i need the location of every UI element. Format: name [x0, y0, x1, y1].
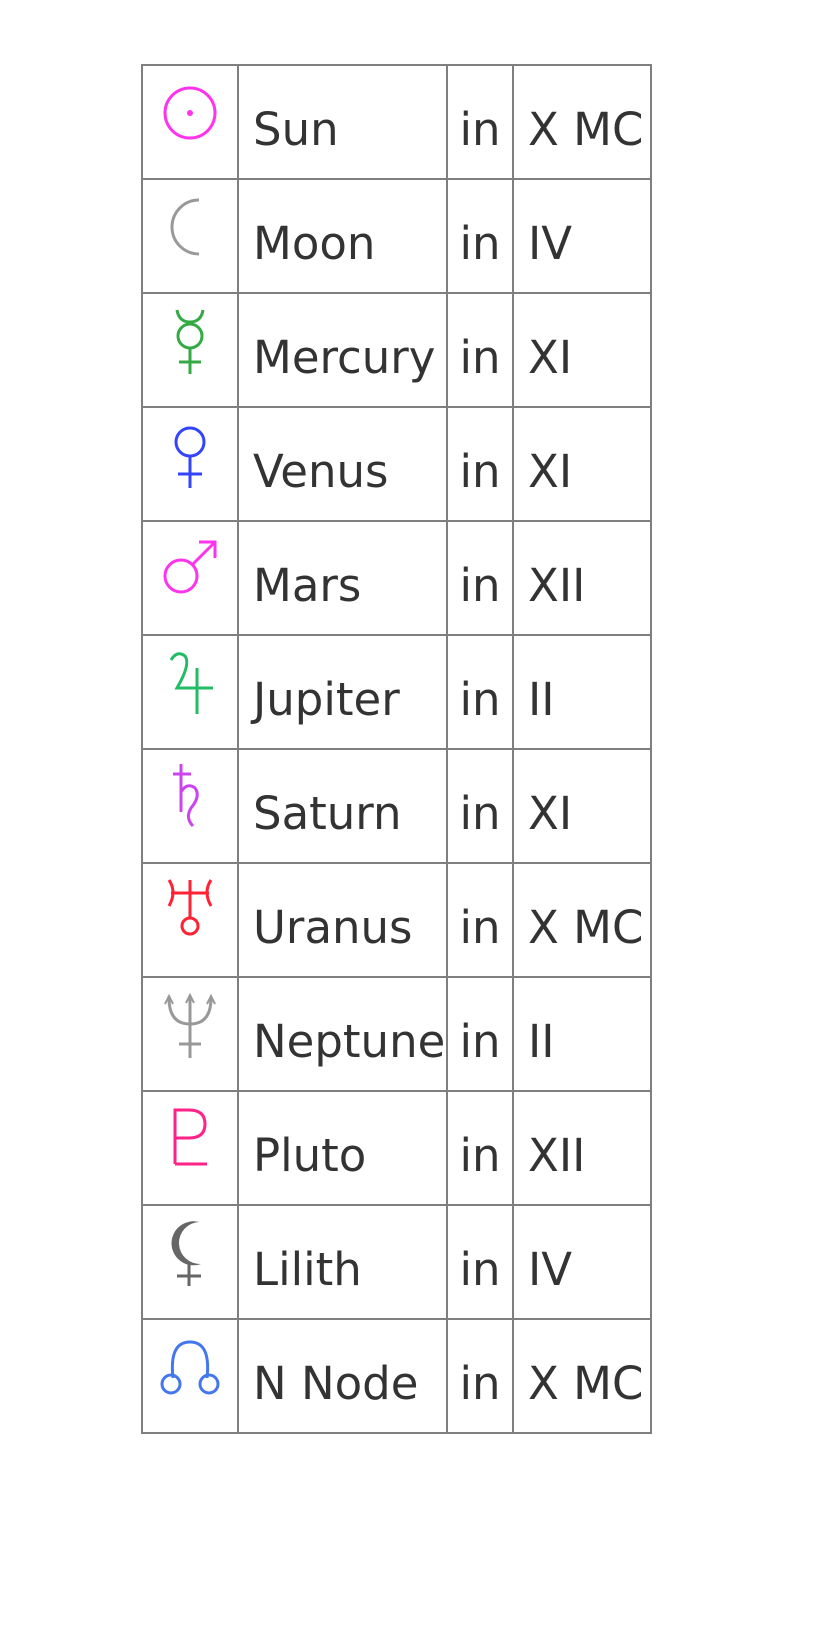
house-value: IV: [512, 178, 652, 294]
preposition: in: [446, 1204, 514, 1320]
planet-name: Moon: [237, 178, 448, 294]
preposition: in: [446, 748, 514, 864]
house-value: XII: [512, 1090, 652, 1206]
planet-name: Mercury: [237, 292, 448, 408]
house-value: XII: [512, 520, 652, 636]
venus-icon: [141, 406, 239, 522]
preposition: in: [446, 1318, 514, 1434]
mercury-icon: [141, 292, 239, 408]
table-row: Venus in XI: [141, 406, 652, 522]
table-row: Lilith in IV: [141, 1204, 652, 1320]
planet-name: Saturn: [237, 748, 448, 864]
table-row: Mercury in XI: [141, 292, 652, 408]
table-row: N Node in X MC: [141, 1318, 652, 1434]
planet-name: Sun: [237, 64, 448, 180]
table-row: Saturn in XI: [141, 748, 652, 864]
house-value: X MC: [512, 862, 652, 978]
preposition: in: [446, 1090, 514, 1206]
preposition: in: [446, 862, 514, 978]
preposition: in: [446, 520, 514, 636]
table-row: Moon in IV: [141, 178, 652, 294]
house-value: II: [512, 976, 652, 1092]
house-value: II: [512, 634, 652, 750]
jupiter-icon: [141, 634, 239, 750]
table-row: Jupiter in II: [141, 634, 652, 750]
table-row: Pluto in XII: [141, 1090, 652, 1206]
sun-icon: [141, 64, 239, 180]
mars-icon: [141, 520, 239, 636]
planet-name: Neptune: [237, 976, 448, 1092]
planet-name: Uranus: [237, 862, 448, 978]
house-value: X MC: [512, 64, 652, 180]
planet-name: N Node: [237, 1318, 448, 1434]
preposition: in: [446, 64, 514, 180]
preposition: in: [446, 406, 514, 522]
preposition: in: [446, 634, 514, 750]
table-row: Uranus in X MC: [141, 862, 652, 978]
uranus-icon: [141, 862, 239, 978]
pluto-icon: [141, 1090, 239, 1206]
planet-name: Jupiter: [237, 634, 448, 750]
moon-icon: [141, 178, 239, 294]
planet-name: Lilith: [237, 1204, 448, 1320]
table-row: Neptune in II: [141, 976, 652, 1092]
table-row: Mars in XII: [141, 520, 652, 636]
house-value: X MC: [512, 1318, 652, 1434]
lilith-icon: [141, 1204, 239, 1320]
house-value: XI: [512, 748, 652, 864]
house-value: XI: [512, 292, 652, 408]
planet-name: Mars: [237, 520, 448, 636]
neptune-icon: [141, 976, 239, 1092]
preposition: in: [446, 976, 514, 1092]
planets-in-houses-table: Sun in X MC Moon in IV Mercury in XI Ven…: [141, 64, 652, 1434]
house-value: XI: [512, 406, 652, 522]
saturn-icon: [141, 748, 239, 864]
table-row: Sun in X MC: [141, 64, 652, 180]
planet-name: Venus: [237, 406, 448, 522]
planet-name: Pluto: [237, 1090, 448, 1206]
preposition: in: [446, 178, 514, 294]
north-node-icon: [141, 1318, 239, 1434]
house-value: IV: [512, 1204, 652, 1320]
preposition: in: [446, 292, 514, 408]
